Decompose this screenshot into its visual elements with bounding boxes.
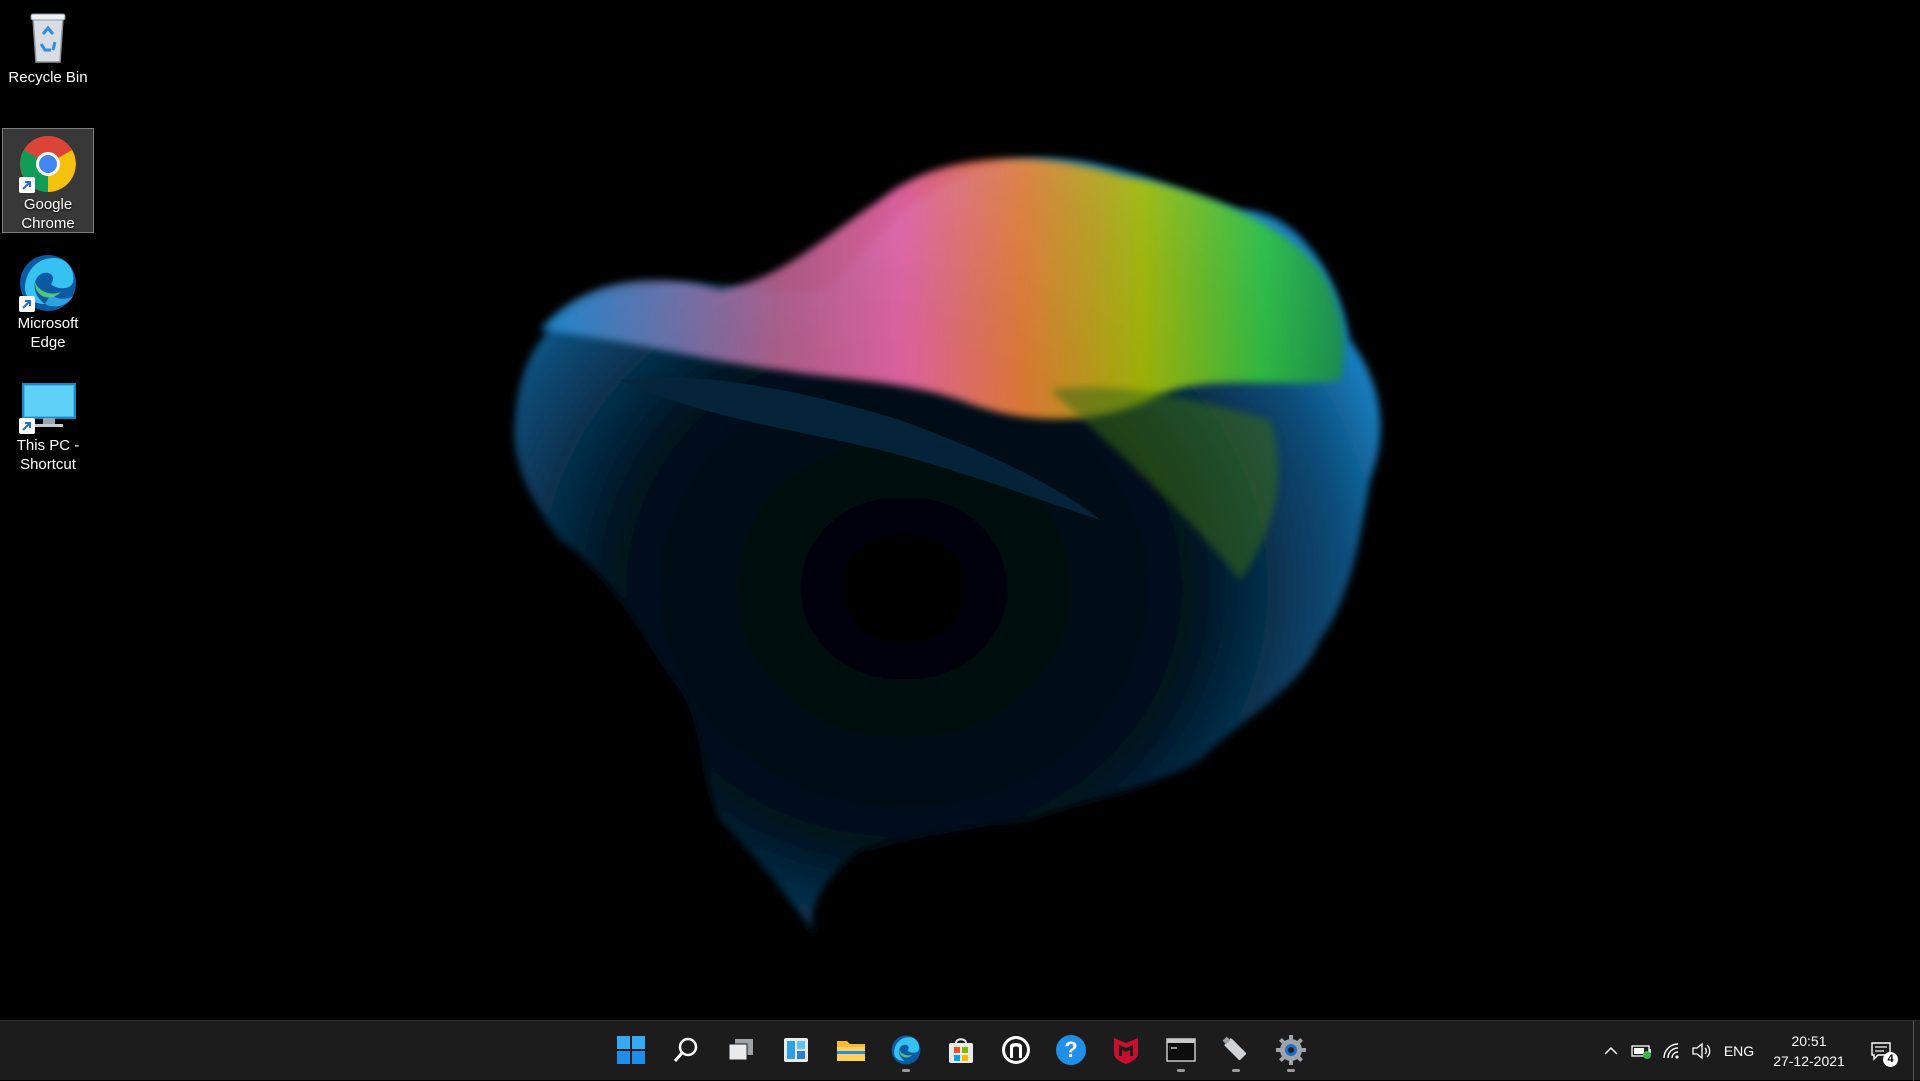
monitor-icon xyxy=(17,374,79,436)
running-indicator xyxy=(902,1069,910,1072)
notification-count-badge: 4 xyxy=(1883,1052,1898,1067)
battery-button[interactable] xyxy=(1628,1021,1656,1081)
shield-outline-icon xyxy=(1002,1036,1030,1064)
task-view-icon xyxy=(728,1039,753,1061)
start-button[interactable] xyxy=(608,1027,654,1073)
search-icon xyxy=(673,1037,698,1062)
terminal-icon xyxy=(1166,1038,1196,1062)
help-icon: ? xyxy=(1056,1035,1086,1065)
desktop-icon-label: Recycle Bin xyxy=(8,69,88,86)
usb-icon xyxy=(1222,1036,1247,1061)
taskbar: ? ENG 20:51 27-12-2021 4 xyxy=(0,1020,1920,1081)
svg-text:?: ? xyxy=(1064,1037,1077,1062)
running-indicator xyxy=(1232,1069,1240,1072)
usb-drive-button[interactable] xyxy=(1213,1027,1259,1073)
wallpaper xyxy=(514,158,1381,941)
terminal-button[interactable] xyxy=(1158,1027,1204,1073)
desktop-icon-label: Microsoft Edge xyxy=(17,315,79,351)
edge-icon xyxy=(891,1035,921,1065)
clock-date: 27-12-2021 xyxy=(1773,1053,1845,1069)
widgets-icon xyxy=(784,1038,808,1062)
store-button[interactable] xyxy=(938,1027,984,1073)
notification-center-button[interactable]: 4 xyxy=(1866,1021,1900,1081)
help-button[interactable]: ? xyxy=(1048,1027,1094,1073)
app-button[interactable] xyxy=(993,1027,1039,1073)
widgets-button[interactable] xyxy=(773,1027,819,1073)
running-indicator xyxy=(1287,1069,1295,1072)
desktop-icon-label: Google Chrome xyxy=(21,196,75,232)
desktop-icon-label: This PC - Shortcut xyxy=(16,437,80,473)
tray-overflow-button[interactable] xyxy=(1598,1021,1624,1081)
desktop-icon-recycle-bin[interactable]: Recycle Bin xyxy=(2,2,94,90)
chevron-up-icon xyxy=(1604,1046,1618,1055)
windows-logo-icon xyxy=(617,1036,645,1064)
desktop-icon-microsoft-edge[interactable]: Microsoft Edge xyxy=(2,248,94,353)
shortcut-arrow-icon xyxy=(19,177,35,193)
store-icon xyxy=(949,1038,973,1063)
edge-button[interactable] xyxy=(883,1027,929,1073)
chrome-icon xyxy=(17,133,79,195)
wifi-icon xyxy=(1663,1043,1679,1059)
desktop-icon-google-chrome[interactable]: Google Chrome xyxy=(2,128,94,233)
mcafee-button[interactable] xyxy=(1103,1027,1149,1073)
volume-button[interactable] xyxy=(1688,1021,1716,1081)
settings-button[interactable] xyxy=(1268,1027,1314,1073)
gear-icon xyxy=(1276,1035,1306,1065)
shortcut-arrow-icon xyxy=(19,418,35,434)
desktop-icon-this-pc[interactable]: This PC - Shortcut xyxy=(2,370,94,475)
clock-time: 20:51 xyxy=(1791,1033,1827,1049)
edge-icon xyxy=(17,252,79,314)
mcafee-icon xyxy=(1114,1038,1138,1064)
battery-charging-icon xyxy=(1631,1045,1651,1059)
network-button[interactable] xyxy=(1658,1021,1686,1081)
folder-icon xyxy=(837,1041,865,1061)
show-desktop-button[interactable] xyxy=(1913,1021,1920,1081)
clock[interactable]: 20:51 27-12-2021 xyxy=(1766,1031,1852,1071)
running-indicator xyxy=(1177,1069,1185,1072)
search-button[interactable] xyxy=(663,1027,709,1073)
task-view-button[interactable] xyxy=(718,1027,764,1073)
speaker-icon xyxy=(1692,1042,1711,1060)
language-indicator[interactable]: ENG xyxy=(1720,1021,1758,1081)
shortcut-arrow-icon xyxy=(19,296,35,312)
recycle-bin-icon xyxy=(17,6,79,68)
file-explorer-button[interactable] xyxy=(828,1027,874,1073)
